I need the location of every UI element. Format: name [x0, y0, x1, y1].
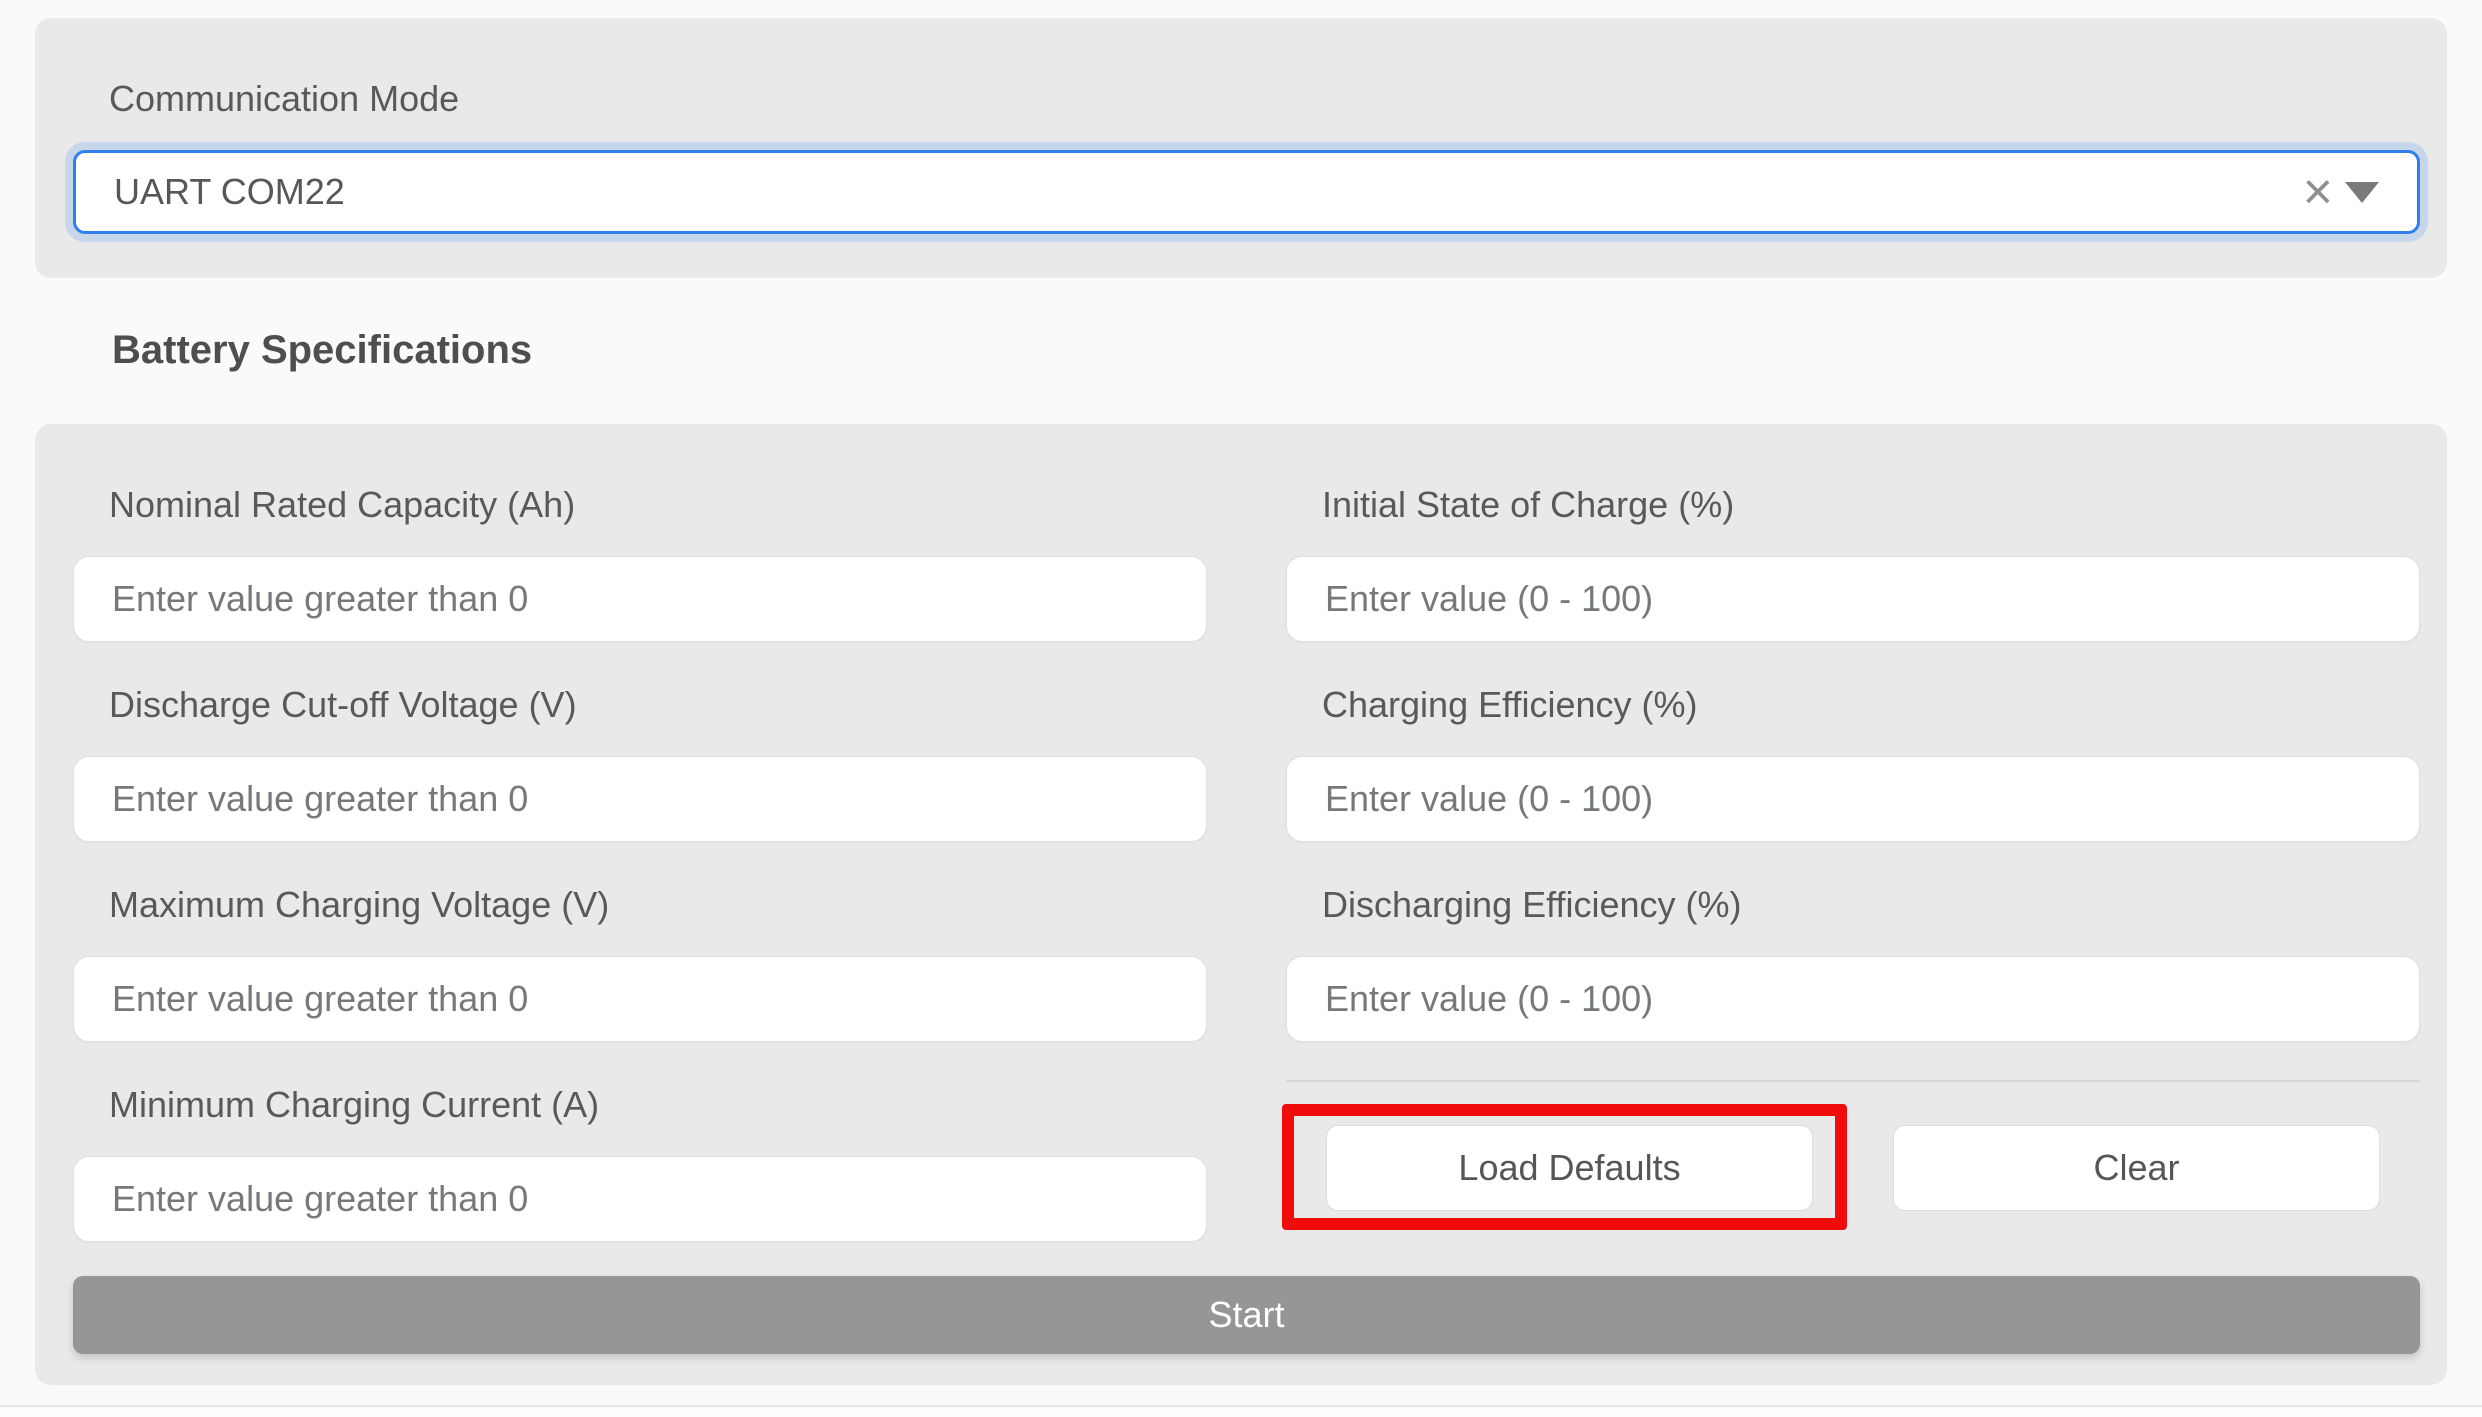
- buttons-divider: [1286, 1080, 2420, 1082]
- select-icons: ×: [2303, 166, 2379, 218]
- nominal-rated-capacity-input[interactable]: [73, 556, 1207, 642]
- clear-selection-icon[interactable]: ×: [2303, 166, 2333, 218]
- field-discharging-efficiency: Discharging Efficiency (%): [1286, 880, 2420, 1042]
- bottom-border-line: [0, 1405, 2482, 1417]
- field-charging-efficiency: Charging Efficiency (%): [1286, 680, 2420, 842]
- initial-state-of-charge-input[interactable]: [1286, 556, 2420, 642]
- field-maximum-charging-voltage: Maximum Charging Voltage (V): [73, 880, 1207, 1042]
- charging-efficiency-input[interactable]: [1286, 756, 2420, 842]
- communication-mode-select[interactable]: UART COM22 ×: [73, 150, 2420, 234]
- specs-left-column: Nominal Rated Capacity (Ah) Discharge Cu…: [73, 480, 1207, 1242]
- communication-mode-selected-value: UART COM22: [114, 171, 2303, 213]
- communication-mode-label: Communication Mode: [73, 74, 2420, 124]
- minimum-charging-current-input[interactable]: [73, 1156, 1207, 1242]
- clear-button[interactable]: Clear: [1893, 1125, 2380, 1211]
- discharging-efficiency-input[interactable]: [1286, 956, 2420, 1042]
- battery-specifications-heading: Battery Specifications: [112, 326, 532, 374]
- specs-right-column: Initial State of Charge (%) Charging Eff…: [1286, 480, 2420, 1242]
- maximum-charging-voltage-input[interactable]: [73, 956, 1207, 1042]
- communication-card: Communication Mode UART COM22 ×: [35, 18, 2447, 278]
- charging-efficiency-label: Charging Efficiency (%): [1286, 680, 2420, 730]
- field-minimum-charging-current: Minimum Charging Current (A): [73, 1080, 1207, 1242]
- maximum-charging-voltage-label: Maximum Charging Voltage (V): [73, 880, 1207, 930]
- discharge-cutoff-voltage-input[interactable]: [73, 756, 1207, 842]
- field-discharge-cutoff-voltage: Discharge Cut-off Voltage (V): [73, 680, 1207, 842]
- initial-state-of-charge-label: Initial State of Charge (%): [1286, 480, 2420, 530]
- load-defaults-wrapper: Load Defaults: [1326, 1125, 1813, 1211]
- nominal-rated-capacity-label: Nominal Rated Capacity (Ah): [73, 480, 1207, 530]
- specs-grid: Nominal Rated Capacity (Ah) Discharge Cu…: [73, 480, 2420, 1242]
- start-button[interactable]: Start: [73, 1276, 2420, 1354]
- discharge-cutoff-voltage-label: Discharge Cut-off Voltage (V): [73, 680, 1207, 730]
- field-nominal-rated-capacity: Nominal Rated Capacity (Ah): [73, 480, 1207, 642]
- discharging-efficiency-label: Discharging Efficiency (%): [1286, 880, 2420, 930]
- field-initial-state-of-charge: Initial State of Charge (%): [1286, 480, 2420, 642]
- chevron-down-icon[interactable]: [2345, 182, 2379, 203]
- minimum-charging-current-label: Minimum Charging Current (A): [73, 1080, 1207, 1130]
- defaults-clear-button-row: Load Defaults Clear: [1286, 1125, 2420, 1211]
- load-defaults-button[interactable]: Load Defaults: [1326, 1125, 1813, 1211]
- battery-specifications-card: Nominal Rated Capacity (Ah) Discharge Cu…: [35, 424, 2447, 1385]
